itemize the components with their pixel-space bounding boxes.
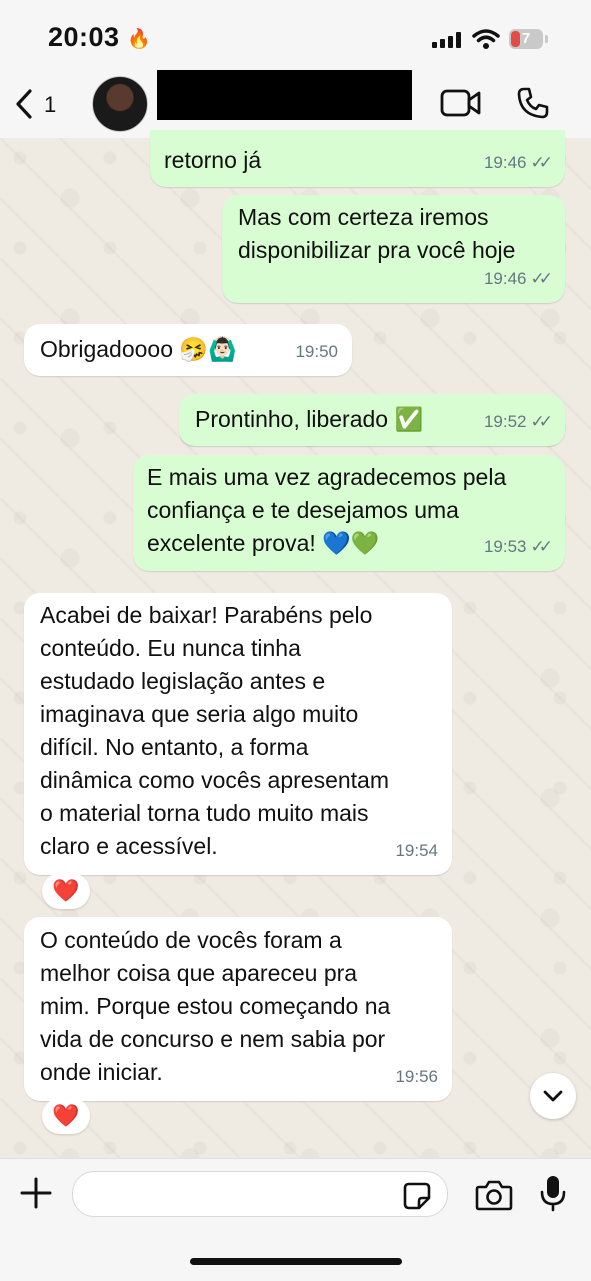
message-meta: 19:50 (295, 335, 338, 368)
message-meta: 19:56 (395, 1060, 438, 1093)
camera-icon[interactable] (475, 1179, 513, 1211)
message-text: Mas com certeza iremos disponibilizar pr… (238, 204, 516, 263)
message-meta: 19:46 ✓✓ (483, 146, 553, 179)
status-time: 20:03 (48, 22, 120, 52)
read-receipt-icon: ✓✓ (530, 537, 553, 556)
message-time: 19:50 (295, 342, 338, 361)
message-text: Obrigadoooo 🤧🙆🏻‍♂️ (40, 336, 237, 362)
message-meta: 19:52 ✓✓ (483, 405, 553, 438)
heart-reaction-icon[interactable]: ❤️ (42, 1098, 90, 1134)
message-time: 19:46 (483, 153, 527, 172)
message-outgoing[interactable]: E mais uma vez agradecemos pela confianç… (133, 455, 565, 571)
wifi-icon (472, 29, 500, 49)
message-text: Acabei de baixar! Parabéns pelo conteúdo… (40, 602, 389, 859)
microphone-icon[interactable] (540, 1174, 566, 1212)
message-incoming[interactable]: Obrigadoooo 🤧🙆🏻‍♂️ 19:50 (24, 324, 352, 376)
cellular-signal-icon (432, 32, 461, 48)
heart-reaction-icon[interactable]: ❤️ (42, 873, 90, 909)
message-input[interactable] (72, 1171, 448, 1217)
message-time: 19:53 (483, 537, 527, 556)
message-meta: 19:46 ✓✓ (483, 262, 553, 295)
home-indicator (190, 1258, 402, 1265)
sticker-icon[interactable] (402, 1181, 432, 1211)
contact-avatar[interactable] (92, 76, 148, 132)
scroll-to-bottom-button[interactable] (530, 1073, 576, 1119)
phone-icon[interactable] (516, 86, 550, 120)
battery-level: 7 (521, 30, 531, 47)
unread-count[interactable]: 1 (44, 92, 56, 118)
message-time: 19:46 (483, 269, 527, 288)
video-call-icon[interactable] (440, 88, 482, 118)
message-text: E mais uma vez agradecemos pela confianç… (147, 464, 507, 556)
read-receipt-icon: ✓✓ (530, 153, 553, 172)
message-incoming[interactable]: O conteúdo de vocês foram a melhor coisa… (24, 917, 452, 1101)
read-receipt-icon: ✓✓ (530, 412, 553, 431)
message-time: 19:56 (395, 1067, 438, 1086)
message-incoming[interactable]: Acabei de baixar! Parabéns pelo conteúdo… (24, 593, 452, 875)
message-text: Prontinho, liberado ✅ (195, 406, 424, 432)
read-receipt-icon: ✓✓ (530, 269, 553, 288)
contact-name-redacted[interactable] (157, 70, 412, 120)
chat-header: 1 (0, 70, 591, 139)
message-meta: 19:54 (395, 834, 438, 867)
message-text: O conteúdo de vocês foram a melhor coisa… (40, 927, 391, 1085)
battery-icon: 7 (509, 29, 543, 49)
back-chevron-icon[interactable] (10, 86, 40, 122)
message-text: retorno já (164, 147, 262, 173)
plus-icon[interactable] (18, 1175, 54, 1211)
status-bar: 20:03 🔥 7 (0, 0, 591, 70)
message-time: 19:52 (483, 412, 527, 431)
message-outgoing[interactable]: Mas com certeza iremos disponibilizar pr… (222, 195, 565, 303)
fire-icon: 🔥 (127, 29, 151, 50)
chevron-down-icon (543, 1090, 563, 1102)
message-meta: 19:53 ✓✓ (483, 530, 553, 563)
message-time: 19:54 (395, 841, 438, 860)
message-outgoing[interactable]: Prontinho, liberado ✅ 19:52 ✓✓ (179, 394, 565, 446)
message-outgoing[interactable]: retorno já 19:46 ✓✓ (150, 130, 565, 187)
